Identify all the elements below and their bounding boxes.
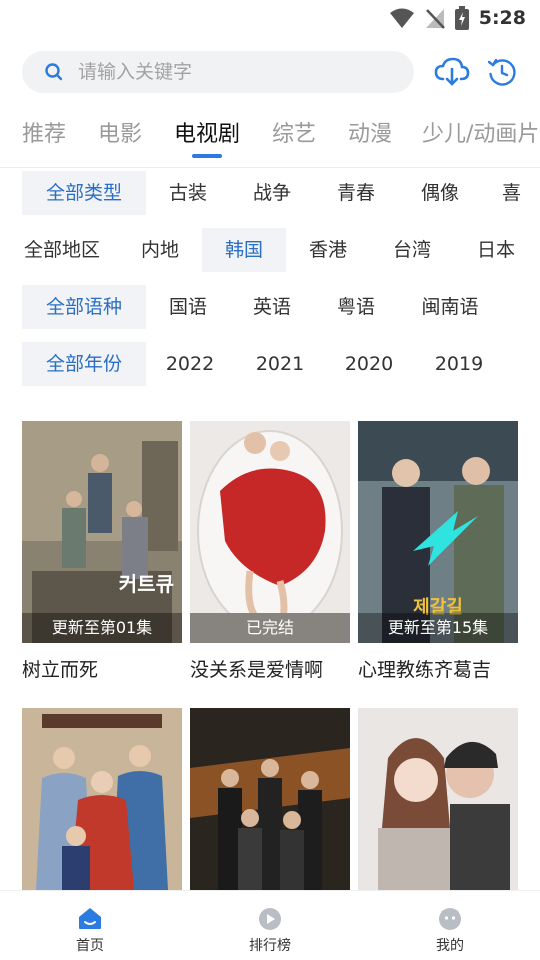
filter-chip[interactable]: 英语 — [244, 285, 300, 329]
search-bar[interactable] — [22, 51, 414, 93]
nav-ranking[interactable]: 排行榜 — [220, 905, 320, 955]
tab-variety[interactable]: 综艺 — [272, 116, 316, 148]
episode-badge: 已完结 — [190, 613, 350, 643]
clock: 5:28 — [478, 7, 526, 29]
filter-chip[interactable]: 偶像 — [412, 171, 468, 215]
filter-chip[interactable]: 2019 — [429, 342, 489, 386]
filter-chip[interactable]: 全部年份 — [22, 342, 146, 386]
filter-chip[interactable]: 闽南语 — [412, 285, 488, 329]
nav-mine[interactable]: 我的 — [400, 905, 500, 955]
filter-chip[interactable]: 韩国 — [202, 228, 286, 272]
search-input[interactable] — [78, 61, 378, 83]
episode-badge: 更新至第01集 — [22, 613, 182, 643]
history-clock-icon — [487, 58, 516, 86]
download-button[interactable] — [434, 54, 470, 90]
svg-text:커트큐: 커트큐 — [119, 572, 174, 596]
category-tabs: 推荐 电影 电视剧 综艺 动漫 少儿/动画片 — [0, 112, 540, 168]
filter-chip[interactable]: 全部类型 — [22, 171, 146, 215]
poster-image: 제갈길 更新至第15集 — [358, 421, 518, 643]
filter-row-type: 全部类型 古装 战争 青春 偶像 喜 — [0, 171, 540, 215]
filter-chip[interactable]: 2021 — [250, 342, 310, 386]
show-title: 没关系是爱情啊 — [190, 659, 324, 681]
filter-chip[interactable]: 青春 — [328, 171, 384, 215]
show-title: 树立而死 — [22, 659, 99, 681]
no-signal-icon — [425, 9, 445, 29]
nav-home-label: 首页 — [76, 938, 104, 954]
filter-chip[interactable]: 国语 — [160, 285, 216, 329]
filter-chip[interactable]: 粤语 — [328, 285, 384, 329]
filter-chip[interactable]: 台湾 — [384, 228, 440, 272]
search-icon — [45, 63, 63, 81]
episode-badge: 更新至第15集 — [358, 613, 518, 643]
filter-chip[interactable]: 全部地区 — [0, 228, 122, 272]
filter-row-language: 全部语种 国语 英语 粤语 闽南语 — [0, 285, 540, 329]
filter-chip[interactable]: 战争 — [244, 171, 300, 215]
nav-home[interactable]: 首页 — [40, 905, 140, 955]
poster-image: 已完结 — [190, 421, 350, 643]
filter-chip[interactable]: 2020 — [339, 342, 399, 386]
filter-chip[interactable]: 内地 — [132, 228, 188, 272]
poster-image — [190, 708, 350, 890]
tab-recommend[interactable]: 推荐 — [22, 116, 66, 148]
status-bar: 5:28 — [0, 0, 540, 36]
poster-image — [22, 708, 182, 890]
wifi-icon — [389, 8, 414, 28]
active-tab-indicator — [192, 154, 222, 158]
play-circle-icon — [259, 908, 281, 930]
nav-ranking-label: 排行榜 — [249, 938, 291, 954]
poster-image — [358, 708, 518, 890]
home-icon — [79, 908, 101, 929]
history-button[interactable] — [484, 54, 520, 90]
tab-anime[interactable]: 动漫 — [348, 116, 392, 148]
poster-image: 커트큐 更新至第01集 — [22, 421, 182, 643]
tab-tv-series[interactable]: 电视剧 — [174, 116, 240, 148]
tab-movies[interactable]: 电影 — [98, 116, 142, 148]
cloud-download-icon — [434, 57, 470, 86]
filter-chip[interactable]: 喜 — [496, 171, 540, 215]
show-title: 心理教练齐葛吉 — [358, 659, 492, 681]
filter-row-region: 全部地区 内地 韩国 香港 台湾 日本 — [0, 228, 540, 272]
bottom-nav: 首页 排行榜 我的 — [0, 890, 540, 960]
nav-mine-label: 我的 — [436, 938, 464, 954]
filter-chip[interactable]: 古装 — [160, 171, 216, 215]
tab-kids[interactable]: 少儿/动画片 — [422, 116, 539, 148]
filter-chip[interactable]: 2022 — [160, 342, 220, 386]
profile-icon — [439, 908, 461, 930]
filter-chip[interactable]: 全部语种 — [22, 285, 146, 329]
filter-chip[interactable]: 香港 — [300, 228, 356, 272]
battery-icon — [454, 6, 469, 30]
filter-chip[interactable]: 日本 — [468, 228, 524, 272]
filter-row-year: 全部年份 2022 2021 2020 2019 — [0, 342, 540, 386]
